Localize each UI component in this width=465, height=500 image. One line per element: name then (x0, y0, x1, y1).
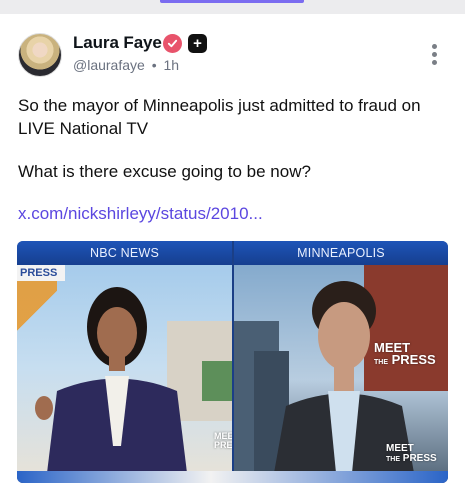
post-text-line-1: So the mayor of Minneapolis just admitte… (18, 96, 421, 115)
handle[interactable]: @laurafaye (73, 57, 145, 73)
left-panel-label: NBC NEWS (17, 241, 232, 265)
post-text-line-2: LIVE National TV (18, 119, 149, 138)
edge-show-logo: MEETPRE (214, 431, 232, 450)
separator: • (151, 57, 157, 73)
bottom-graphic-strip (17, 471, 448, 483)
more-vertical-icon[interactable] (428, 44, 440, 68)
meet-the-press-logo: MEET THE PRESS (374, 340, 436, 367)
active-tab-indicator (160, 0, 304, 3)
post-text-line-3: What is there excuse going to be now? (18, 162, 311, 181)
verified-badge-icon (163, 34, 182, 53)
avatar[interactable] (18, 33, 62, 77)
post-link[interactable]: x.com/nickshirleyy/status/2010... (18, 204, 263, 224)
plus-icon: + (188, 34, 207, 53)
meet-the-press-logo-small: MEET THE PRESS (386, 443, 437, 464)
left-video-panel: PRESS MEETPRE (17, 241, 232, 473)
timestamp: 1h (163, 57, 180, 73)
author-name[interactable]: Laura Faye (73, 33, 162, 53)
handle-row: @laurafaye • 1h (73, 57, 179, 73)
video-thumbnail[interactable]: PRESS MEETPRE MEET THE PRESS MEET THE PR… (17, 241, 448, 483)
right-video-panel: MEET THE PRESS MEET THE PRESS (234, 241, 448, 473)
right-panel-label: MINNEAPOLIS (234, 241, 448, 265)
press-tag: PRESS (17, 265, 65, 281)
